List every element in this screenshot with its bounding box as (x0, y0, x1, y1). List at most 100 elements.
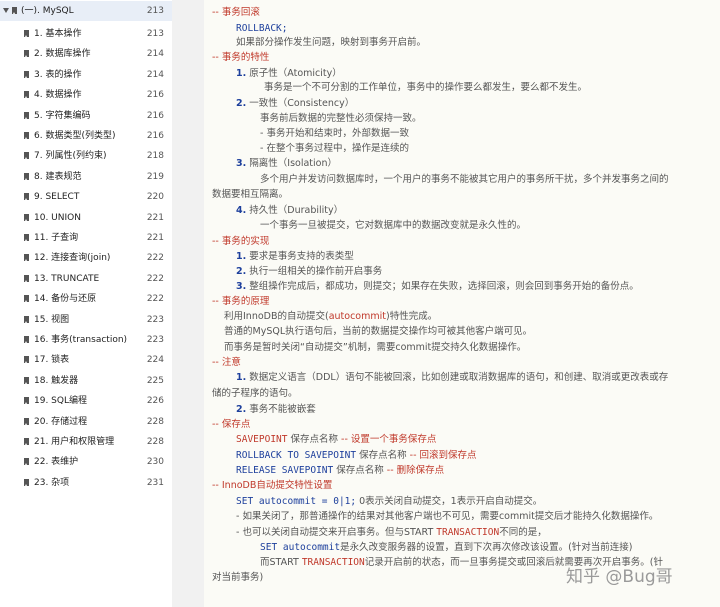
toc-item-page: 216 (146, 110, 164, 121)
toc-item[interactable]: 8. 建表规范 219 (0, 167, 172, 187)
toc-item-page: 216 (146, 90, 164, 101)
toc-item[interactable]: 14. 备份与还原 222 (0, 289, 172, 309)
toc-item-page: 230 (146, 457, 164, 468)
toc-item[interactable]: 17. 锁表 224 (0, 350, 172, 370)
panel-divider[interactable] (172, 0, 204, 607)
toc-item-label: 8. 建表规范 (34, 171, 82, 182)
bookmark-icon (24, 376, 29, 384)
toc-item-page: 224 (146, 355, 164, 366)
toc-item-label: 23. 杂项 (34, 477, 70, 488)
toc-item-page: 214 (146, 69, 164, 80)
toc-item[interactable]: 11. 子查询 221 (0, 228, 172, 248)
toc-item[interactable]: 1. 基本操作 213 (0, 24, 172, 44)
toc-item-page: 221 (146, 233, 164, 243)
list-item: 3. 隔离性（Isolation） (236, 158, 337, 169)
text-line: - 也可以关闭自动提交来开启事务。但与START TRANSACTION不同的是… (236, 527, 547, 538)
toc-item-page: 213 (146, 6, 164, 16)
toc-item-page: 218 (146, 151, 164, 162)
toc-item[interactable]: 13. TRUNCATE 222 (0, 269, 172, 289)
toc-item[interactable]: 10. UNION 221 (0, 208, 172, 228)
toc-item-page: 222 (146, 273, 164, 284)
bookmark-icon (24, 91, 29, 99)
list-item: 2. 事务不能被嵌套 (236, 404, 316, 415)
code-line: SAVEPOINT 保存点名称 -- 设置一个事务保存点 (236, 434, 437, 445)
heading-autocommit: -- InnoDB自动提交特性设置 (212, 480, 333, 491)
list-item: 3. 整组操作完成后，都成功，则提交；如果存在失败，选择回滚，则会回到事务开始的… (236, 281, 639, 292)
heading-principle: -- 事务的原理 (212, 296, 270, 307)
toc-item[interactable]: 4. 数据操作 216 (0, 85, 172, 105)
toc-item-label: 19. SQL编程 (34, 396, 87, 407)
bookmark-icon (24, 274, 29, 282)
toc-item-page: 223 (146, 314, 164, 325)
toc-item-label: (一). MySQL (21, 6, 74, 16)
toc-item[interactable]: 22. 表维护 230 (0, 452, 172, 472)
toc-item[interactable]: 7. 列属性(列约束) 218 (0, 146, 172, 166)
list-item: 2. 一致性（Consistency） (236, 98, 355, 109)
list-item: 1. 要求是事务支持的表类型 (236, 251, 354, 262)
code-line: SET autocommit = 0|1; 0表示关闭自动提交，1表示开启自动提… (236, 496, 543, 507)
heading-rollback: -- 事务回滚 (212, 7, 260, 18)
toc-item-label: 22. 表维护 (34, 457, 79, 468)
toc-item-page: 220 (146, 192, 164, 203)
text-line: - 如果关闭了，那普通操作的结果对其他客户端也不可见，需要commit提交后才能… (236, 511, 659, 522)
bookmark-icon (24, 336, 29, 343)
toc-item-page: 214 (146, 49, 164, 60)
text-line: SET autocommit是永久改变服务器的设置，直到下次再次修改该设置。(针… (260, 542, 633, 553)
toc-item[interactable]: 2. 数据库操作 214 (0, 44, 172, 64)
code-rollback: ROLLBACK; (236, 23, 288, 34)
code-line: ROLLBACK TO SAVEPOINT 保存点名称 -- 回滚到保存点 (236, 450, 477, 461)
toc-item[interactable]: 23. 杂项 231 (0, 473, 172, 493)
text-line: 对当前事务) (212, 572, 264, 583)
toc-item[interactable]: 3. 表的操作 214 (0, 65, 172, 85)
toc-item[interactable]: 5. 字符集编码 216 (0, 106, 172, 126)
bookmark-icon (24, 132, 29, 139)
toc-item-page: 219 (146, 171, 164, 182)
heading-implementation: -- 事务的实现 (212, 236, 270, 247)
toc-item-label: 2. 数据库操作 (34, 49, 91, 60)
toc-item-label: 15. 视图 (34, 314, 70, 325)
text-line: 一个事务一旦被提交，它对数据库中的数据改变就是永久性的。 (260, 220, 527, 231)
toc-item[interactable]: 12. 连接查询(join) 222 (0, 248, 172, 268)
toc-item-label: 3. 表的操作 (34, 69, 82, 80)
toc-item-label: 12. 连接查询(join) (34, 253, 111, 264)
bookmark-icon (24, 172, 29, 180)
toc-item-label: 6. 数据类型(列类型) (34, 131, 116, 141)
list-item: 2. 执行一组相关的操作前开启事务 (236, 266, 383, 277)
list-item: 1. 原子性（Atomicity） (236, 68, 342, 79)
toc-item-page: 222 (146, 294, 164, 305)
text-line: 如果部分操作发生问题，映射到事务开启前。 (236, 37, 427, 48)
toc-item[interactable]: 19. SQL编程 226 (0, 391, 172, 411)
toc-item-label: 7. 列属性(列约束) (34, 151, 107, 162)
text-line: 事务是一个不可分割的工作单位，事务中的操作要么都发生，要么都不发生。 (264, 82, 588, 93)
toc-item-page: 228 (146, 437, 164, 447)
toc-item-label: 21. 用户和权限管理 (34, 437, 115, 447)
toc-item[interactable]: 16. 事务(transaction) 223 (0, 330, 172, 350)
text-line: 储的子程序的语句。 (212, 388, 298, 399)
text-line: 数据要相互隔离。 (212, 189, 289, 200)
toc-item[interactable]: 9. SELECT 220 (0, 187, 172, 207)
toc-item-label: 11. 子查询 (34, 233, 79, 243)
bookmark-icon (24, 234, 29, 241)
bookmark-icon (24, 111, 29, 119)
document-page: -- 事务回滚 ROLLBACK; 如果部分操作发生问题，映射到事务开启前。 -… (204, 0, 720, 607)
toc-item[interactable]: 21. 用户和权限管理 228 (0, 432, 172, 452)
toc-item-page: 213 (146, 29, 164, 39)
toc-item[interactable]: 18. 触发器 225 (0, 371, 172, 391)
toc-item-label: 18. 触发器 (34, 375, 79, 386)
bookmark-icon (24, 213, 29, 221)
toc-item[interactable]: 20. 存储过程 228 (0, 412, 172, 432)
bookmark-icon (24, 50, 29, 58)
bookmark-icon (24, 417, 29, 425)
toc-item[interactable]: 15. 视图 223 (0, 310, 172, 330)
toc-item-page: 225 (146, 375, 164, 386)
bookmark-icon (24, 152, 29, 160)
collapse-caret-icon[interactable] (3, 8, 9, 13)
toc-item[interactable]: 6. 数据类型(列类型) 216 (0, 126, 172, 146)
toc-item-label: 9. SELECT (34, 192, 80, 203)
toc-item-label: 16. 事务(transaction) (34, 335, 128, 345)
heading-notes: -- 注意 (212, 357, 241, 368)
toc-item-label: 1. 基本操作 (34, 29, 82, 39)
text-line: - 在整个事务过程中，操作是连续的 (260, 143, 409, 154)
bookmark-icon (12, 7, 17, 14)
toc-item-mysql[interactable]: (一). MySQL 213 (0, 1, 172, 21)
